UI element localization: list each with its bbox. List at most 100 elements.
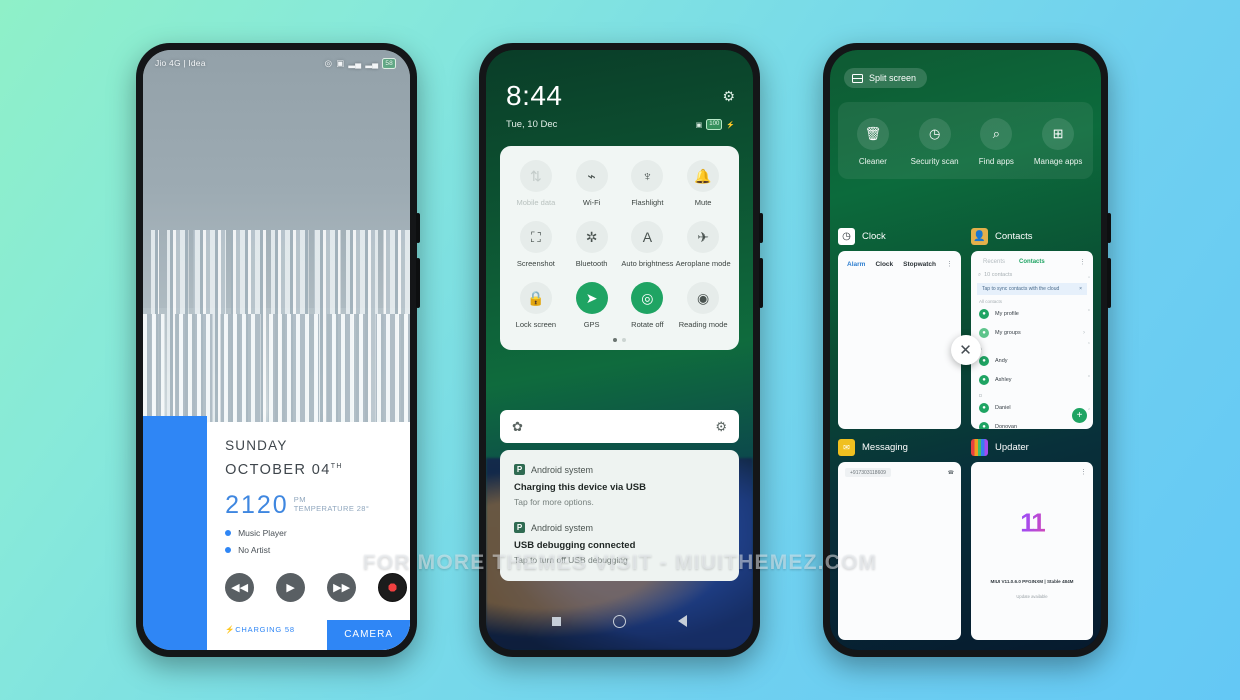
notification-divider xyxy=(514,507,725,522)
call-icon[interactable]: ☎ xyxy=(948,470,954,476)
qs-label-6: Auto brightness xyxy=(621,259,674,268)
charging-label: CHARGING 58 xyxy=(235,624,295,634)
power-button-2[interactable] xyxy=(759,213,763,243)
clock-icon: ◷ xyxy=(838,228,855,245)
list-item[interactable]: ● My profile xyxy=(971,304,1093,323)
tool-find-apps[interactable]: ⌕ Find apps xyxy=(966,118,1028,167)
recent-card-updater[interactable]: Updater ⋮ 11 MIUI V11.0.6.0 PFGINXM | St… xyxy=(971,439,1093,640)
qs-tile-mute[interactable]: 🔔 Mute xyxy=(675,160,731,207)
recent-card-clock[interactable]: ◷ Clock Alarm Clock Stopwatch ⋮ xyxy=(838,228,962,429)
volume-button[interactable] xyxy=(416,258,420,308)
qs-tile-mobile-data[interactable]: ⇅ Mobile data xyxy=(508,160,564,207)
contact-name-5: Donovan xyxy=(995,423,1018,430)
contacts-sync-banner[interactable]: Tap to sync contacts with the cloud × xyxy=(977,283,1087,295)
qs-tile-lock-screen[interactable]: 🔒 Lock screen xyxy=(508,282,564,329)
list-item[interactable]: ● Ashley xyxy=(971,370,1093,389)
recents-screen[interactable]: Split screen 🗑 Cleaner ◷ Security scan ⌕… xyxy=(830,50,1101,650)
square-icon[interactable] xyxy=(552,616,561,626)
carrier-label: Jio 4G | Idea xyxy=(155,58,206,68)
power-button[interactable] xyxy=(416,213,420,243)
qs-tile-wifi[interactable]: ⌁ Wi-Fi xyxy=(564,160,620,207)
split-screen-button[interactable]: Split screen xyxy=(844,68,928,88)
qs-tile-gps[interactable]: ➤ GPS xyxy=(564,282,620,329)
shield-scan-icon: ◷ xyxy=(918,118,951,150)
bell-icon: 🔔 xyxy=(687,160,720,192)
record-icon[interactable] xyxy=(378,573,408,602)
contacts-tab-contacts[interactable]: Contacts xyxy=(1019,259,1045,265)
qs-tile-auto-brightness[interactable]: A Auto brightness xyxy=(620,221,676,268)
qs-label-0: Mobile data xyxy=(516,198,556,207)
clock-tab-clock[interactable]: Clock xyxy=(875,261,893,268)
track-artist-row: No Artist xyxy=(225,545,410,555)
track-title-row: Music Player xyxy=(225,528,410,538)
play-icon[interactable]: ▶ xyxy=(276,573,306,602)
triangle-back-icon[interactable] xyxy=(678,615,687,627)
recent-card-messaging[interactable]: ✉ Messaging +917303118609 ☎ xyxy=(838,439,962,640)
shade-subheader: Tue, 10 Dec ▣ 100 ⚡ xyxy=(506,119,735,130)
messaging-thread-bar: +917303118609 ☎ xyxy=(838,462,961,483)
tool-cleaner[interactable]: 🗑 Cleaner xyxy=(842,118,904,167)
qs-tile-reading-mode[interactable]: ◉ Reading mode xyxy=(675,282,731,329)
qs-dot-1[interactable] xyxy=(613,338,617,342)
notification-list: P Android system Charging this device vi… xyxy=(500,450,739,581)
notification-item-0[interactable]: P Android system Charging this device vi… xyxy=(514,464,725,507)
recent-card-contacts[interactable]: 👤 Contacts Recents Contacts ⋮ ⌕ 10 conta… xyxy=(971,228,1093,429)
qs-tile-aeroplane[interactable]: ✈ Aeroplane mode xyxy=(675,221,731,268)
shade-header: 8:44 ⚙ Tue, 10 Dec ▣ 100 ⚡ xyxy=(506,80,735,130)
camera-button[interactable]: CAMERA xyxy=(327,620,410,650)
notification-item-1[interactable]: P Android system USB debugging connected… xyxy=(514,522,725,565)
contacts-search[interactable]: ⌕ 10 contacts xyxy=(978,272,1086,279)
screenshot-icon: ⛶ xyxy=(519,221,552,253)
contacts-search-placeholder: 10 contacts xyxy=(984,272,1013,278)
updater-overflow-menu-icon[interactable]: ⋮ xyxy=(1080,468,1087,476)
status-bar: Jio 4G | Idea ◎ ▣ ▂▄ ▂▄ 58 xyxy=(143,50,410,76)
contacts-overflow-menu-icon[interactable]: ⋮ xyxy=(1079,258,1086,266)
quick-settings-panel: ⇅ Mobile data ⌁ Wi-Fi ♆ Flashlight 🔔 Mut… xyxy=(500,146,739,350)
location-icon: ➤ xyxy=(575,282,608,314)
chevron-right-icon: › xyxy=(1083,329,1085,336)
lockscreen-time-meta: PM TEMPERATURE 28° xyxy=(294,494,370,513)
avatar: ● xyxy=(979,421,990,429)
thread-label[interactable]: +917303118609 xyxy=(845,468,891,477)
phone-lockscreen: Jio 4G | Idea ◎ ▣ ▂▄ ▂▄ 58 SUNDAY OCTOBE… xyxy=(136,43,420,657)
volume-button-3[interactable] xyxy=(1107,258,1111,308)
qs-tile-rotate[interactable]: ◎ Rotate off xyxy=(620,282,676,329)
list-item[interactable]: ● Andy xyxy=(971,351,1093,370)
list-item[interactable]: ● My groups › xyxy=(971,323,1093,342)
lockscreen-screen[interactable]: Jio 4G | Idea ◎ ▣ ▂▄ ▂▄ 58 SUNDAY OCTOBE… xyxy=(143,50,410,650)
shade-screen[interactable]: 8:44 ⚙ Tue, 10 Dec ▣ 100 ⚡ ⇅ Mobile data… xyxy=(486,50,753,650)
overflow-menu-icon[interactable]: ⋮ xyxy=(946,260,953,268)
power-button-3[interactable] xyxy=(1107,213,1111,243)
tool-label-3: Manage apps xyxy=(1033,157,1083,166)
qs-dot-2[interactable] xyxy=(622,338,626,342)
mobile-data-icon: ⇅ xyxy=(519,160,552,192)
rail-tick: Z xyxy=(1088,407,1090,411)
contacts-letter-a: A xyxy=(979,346,983,351)
close-all-icon[interactable]: ✕ xyxy=(950,335,981,365)
screenshot-status-icon: ▣ xyxy=(336,57,345,68)
clock-tab-stopwatch[interactable]: Stopwatch xyxy=(903,261,936,268)
tool-manage-apps[interactable]: ⊞ Manage apps xyxy=(1027,118,1089,167)
lockscreen-date: OCTOBER 04TH xyxy=(225,462,410,478)
messaging-icon: ✉ xyxy=(838,439,855,456)
circle-icon[interactable] xyxy=(613,614,626,628)
close-icon[interactable]: × xyxy=(1079,286,1082,292)
qs-tile-bluetooth[interactable]: ✲ Bluetooth xyxy=(564,221,620,268)
tool-security-scan[interactable]: ◷ Security scan xyxy=(904,118,966,167)
track-artist: No Artist xyxy=(238,545,271,555)
contacts-tab-recents[interactable]: Recents xyxy=(983,259,1005,265)
phone-recents: Split screen 🗑 Cleaner ◷ Security scan ⌕… xyxy=(823,43,1111,657)
next-icon[interactable]: ▶▶ xyxy=(327,573,357,602)
clock-tab-alarm[interactable]: Alarm xyxy=(847,261,865,268)
gear-icon[interactable]: ⚙ xyxy=(722,88,735,105)
auto-brightness-icon: A xyxy=(631,221,664,253)
volume-button-2[interactable] xyxy=(759,258,763,308)
alphabet-index-rail[interactable]: A D K R Z xyxy=(1087,275,1091,411)
add-contact-icon[interactable]: + xyxy=(1072,408,1087,423)
brightness-bar[interactable]: ✿ ⚙ xyxy=(500,410,739,443)
qs-tile-screenshot[interactable]: ⛶ Screenshot xyxy=(508,221,564,268)
tool-label-1: Security scan xyxy=(910,157,959,166)
prev-icon[interactable]: ◀◀ xyxy=(225,573,255,602)
qs-tile-flashlight[interactable]: ♆ Flashlight xyxy=(620,160,676,207)
brightness-settings-icon[interactable]: ⚙ xyxy=(715,419,727,435)
